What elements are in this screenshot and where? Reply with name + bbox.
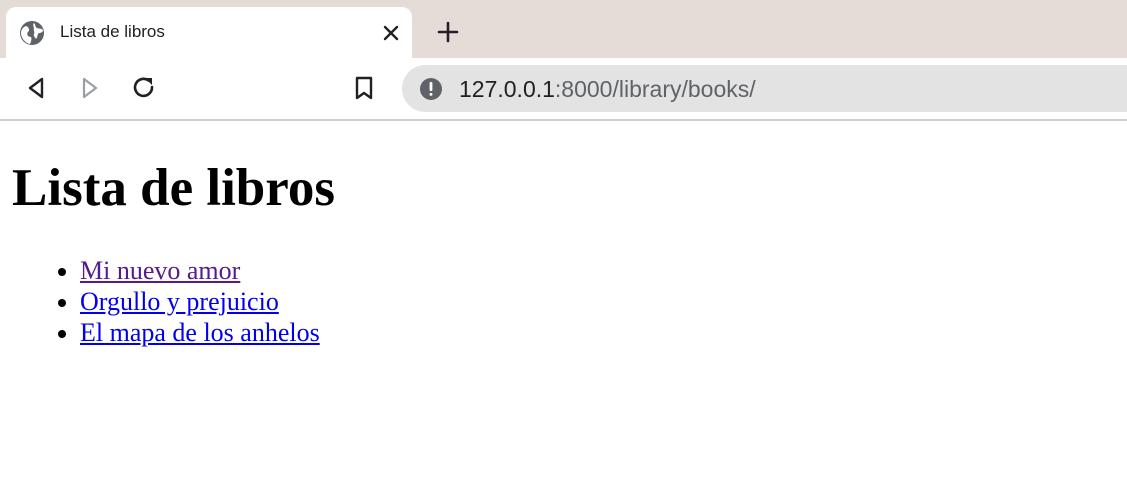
tab-active[interactable]: Lista de libros xyxy=(6,7,412,58)
close-tab-icon[interactable] xyxy=(380,22,402,44)
book-list: Mi nuevo amor Orgullo y prejuicio El map… xyxy=(40,255,320,348)
tab-title: Lista de libros xyxy=(60,22,165,41)
globe-icon xyxy=(19,20,45,46)
address-path: :8000/library/books/ xyxy=(554,76,756,102)
forward-icon[interactable] xyxy=(76,74,104,102)
bookmark-icon[interactable] xyxy=(350,74,378,102)
info-icon[interactable] xyxy=(419,77,443,101)
list-item: Mi nuevo amor xyxy=(80,255,320,286)
address-bar[interactable]: 127.0.0.1:8000/library/books/ xyxy=(402,65,1127,112)
tab-strip: Lista de libros xyxy=(0,0,1127,58)
plus-icon[interactable] xyxy=(434,18,462,46)
list-item: El mapa de los anhelos xyxy=(80,317,320,348)
book-link[interactable]: Orgullo y prejuicio xyxy=(80,287,279,316)
address-text[interactable]: 127.0.0.1:8000/library/books/ xyxy=(459,76,756,102)
back-icon[interactable] xyxy=(22,74,50,102)
book-link[interactable]: Mi nuevo amor xyxy=(80,256,240,285)
page-title: Lista de libros xyxy=(12,159,335,217)
address-host: 127.0.0.1 xyxy=(459,76,555,102)
book-link[interactable]: El mapa de los anhelos xyxy=(80,318,320,347)
browser-window: Lista de libros 127.0.0.1:8000/library/b… xyxy=(0,0,1127,489)
reload-icon[interactable] xyxy=(130,74,158,102)
page-content: Lista de libros Mi nuevo amor Orgullo y … xyxy=(0,121,1127,489)
toolbar: 127.0.0.1:8000/library/books/ xyxy=(0,58,1127,121)
list-item: Orgullo y prejuicio xyxy=(80,286,320,317)
